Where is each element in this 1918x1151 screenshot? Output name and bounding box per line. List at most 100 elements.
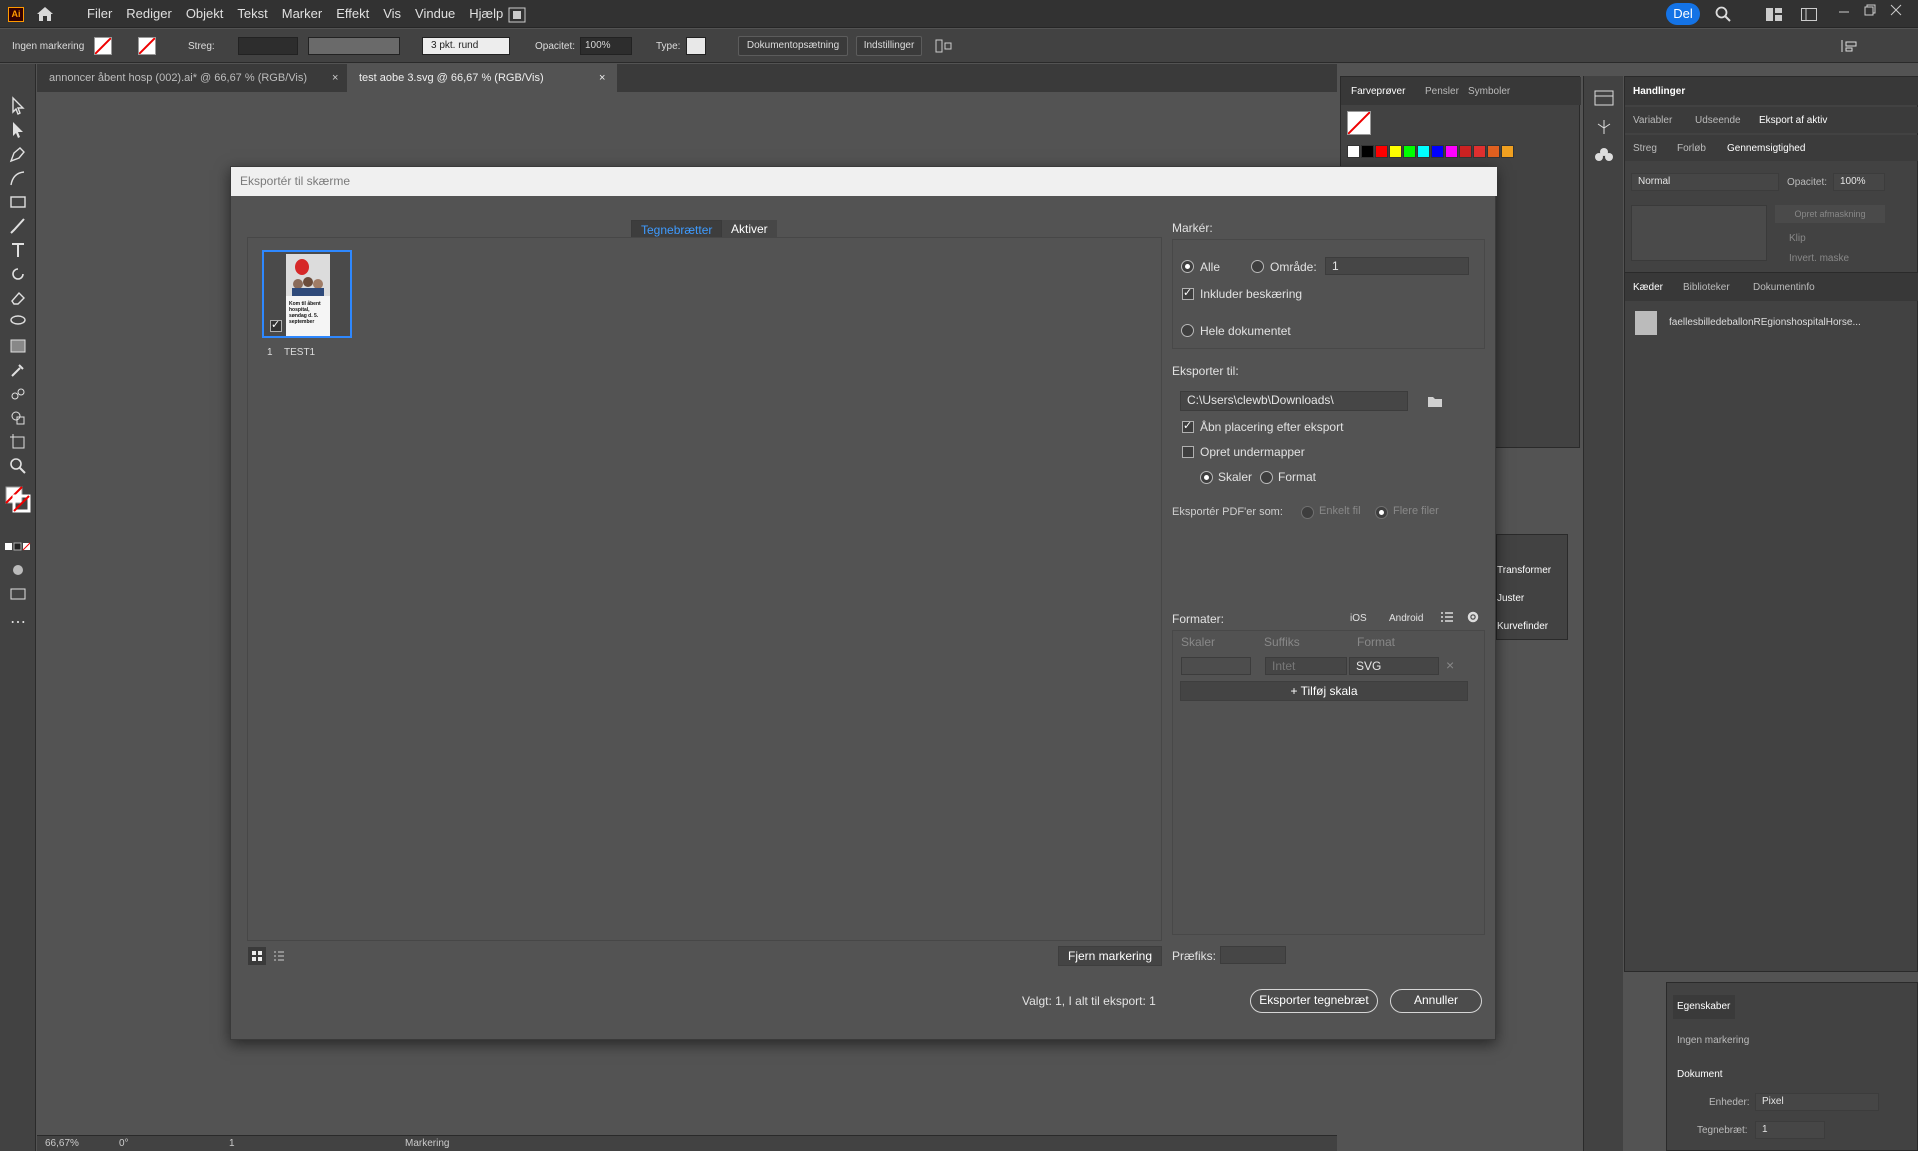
export-path-input[interactable]: C:\Users\clewb\Downloads\ bbox=[1180, 391, 1408, 411]
cancel-button[interactable]: Annuller bbox=[1390, 989, 1482, 1013]
folder-icon[interactable] bbox=[1427, 394, 1443, 408]
artboard-navigator[interactable]: 1 bbox=[229, 1138, 235, 1149]
opacity-field[interactable]: 100% bbox=[580, 37, 632, 55]
paintbrush-tool-icon[interactable] bbox=[8, 216, 28, 236]
rotate-tool-icon[interactable] bbox=[8, 264, 28, 284]
tab-transparency[interactable]: Gennemsigtighed bbox=[1727, 143, 1805, 154]
tab-align[interactable]: Juster bbox=[1497, 593, 1524, 604]
range-input[interactable]: 1 bbox=[1325, 257, 1469, 275]
artboard-name[interactable]: TEST1 bbox=[284, 347, 315, 358]
close-tab-icon[interactable]: × bbox=[599, 64, 605, 92]
export-artboard-button[interactable]: Eksporter tegnebræt bbox=[1250, 989, 1378, 1013]
menu-edit[interactable]: Rediger bbox=[119, 6, 179, 22]
tab-variables[interactable]: Variabler bbox=[1633, 115, 1672, 126]
menu-object[interactable]: Objekt bbox=[179, 6, 231, 22]
tab-gradient[interactable]: Forløb bbox=[1677, 143, 1706, 154]
blend-tool-icon[interactable] bbox=[8, 384, 28, 404]
blend-mode-select[interactable]: Normal bbox=[1631, 173, 1779, 191]
color-swatch[interactable] bbox=[1347, 145, 1360, 158]
artboard-tool-icon[interactable] bbox=[8, 432, 28, 452]
ios-preset[interactable]: iOS bbox=[1350, 613, 1367, 624]
color-swatch[interactable] bbox=[1431, 145, 1444, 158]
color-swatch[interactable] bbox=[1445, 145, 1458, 158]
range-radio[interactable] bbox=[1251, 260, 1264, 273]
doc-tab[interactable]: annoncer åbent hosp (002).ai* @ 66,67 % … bbox=[37, 64, 347, 92]
zoom-tool-icon[interactable] bbox=[8, 456, 28, 476]
fill-swatch[interactable] bbox=[94, 37, 112, 55]
android-preset[interactable]: Android bbox=[1389, 613, 1423, 624]
prefix-input[interactable] bbox=[1220, 946, 1286, 964]
color-mode-icon[interactable] bbox=[5, 542, 31, 552]
create-subfolders-checkbox[interactable] bbox=[1182, 446, 1194, 458]
include-bleed-checkbox[interactable] bbox=[1182, 286, 1194, 300]
invert-mask-label[interactable]: Invert. maske bbox=[1789, 253, 1849, 264]
fill-stroke-icon[interactable] bbox=[5, 486, 31, 514]
style-swatch[interactable] bbox=[686, 37, 706, 55]
preferences-button[interactable]: Indstillinger bbox=[856, 36, 922, 56]
gradient-tool-icon[interactable] bbox=[8, 336, 28, 356]
tab-artboards[interactable]: Tegnebrætter bbox=[631, 220, 723, 238]
direct-selection-tool-icon[interactable] bbox=[8, 120, 28, 140]
stroke-swatch[interactable] bbox=[138, 37, 156, 55]
menu-view[interactable]: Vis bbox=[376, 6, 408, 22]
artboard-checkbox[interactable] bbox=[270, 318, 282, 332]
lasso-tool-icon[interactable] bbox=[8, 312, 28, 332]
make-mask-button[interactable]: Opret afmaskning bbox=[1775, 205, 1885, 223]
color-swatch[interactable] bbox=[1375, 145, 1388, 158]
shape-builder-tool-icon[interactable] bbox=[8, 408, 28, 428]
search-icon[interactable] bbox=[1715, 6, 1731, 22]
selection-tool-icon[interactable] bbox=[8, 96, 28, 116]
tab-assets[interactable]: Aktiver bbox=[722, 220, 777, 238]
opacity-input[interactable]: 100% bbox=[1833, 173, 1885, 191]
menu-type[interactable]: Tekst bbox=[230, 6, 274, 22]
workspace-icon[interactable] bbox=[1766, 8, 1782, 21]
list-icon[interactable] bbox=[1440, 610, 1454, 624]
tab-swatches[interactable]: Farveprøver bbox=[1351, 86, 1405, 97]
menu-window[interactable]: Vindue bbox=[408, 6, 462, 22]
artboard-thumbnail[interactable]: Kom til åbent hospital, søndag d. 5. sep… bbox=[262, 250, 352, 338]
suffix-input[interactable]: Intet bbox=[1265, 657, 1347, 675]
color-swatch[interactable] bbox=[1459, 145, 1472, 158]
home-icon[interactable] bbox=[36, 6, 54, 22]
tab-libraries[interactable]: Biblioteker bbox=[1683, 282, 1730, 293]
color-swatch[interactable] bbox=[1417, 145, 1430, 158]
actions-title[interactable]: Handlinger bbox=[1633, 86, 1685, 97]
link-filename[interactable]: faellesbilledeballonREgionshospitalHorse… bbox=[1669, 317, 1861, 328]
color-swatch[interactable] bbox=[1501, 145, 1514, 158]
tab-document-info[interactable]: Dokumentinfo bbox=[1753, 282, 1815, 293]
color-swatch[interactable] bbox=[1389, 145, 1402, 158]
clip-checkbox-label[interactable]: Klip bbox=[1789, 233, 1806, 244]
scale-select[interactable] bbox=[1181, 657, 1251, 675]
menu-help[interactable]: Hjælp bbox=[462, 6, 510, 22]
arrange-icon[interactable] bbox=[1840, 38, 1860, 54]
color-swatch[interactable] bbox=[1473, 145, 1486, 158]
menu-file[interactable]: Filer bbox=[80, 6, 119, 22]
multiple-files-radio[interactable] bbox=[1375, 506, 1388, 519]
subfolder-scale-radio[interactable] bbox=[1200, 471, 1213, 484]
subfolder-format-radio[interactable] bbox=[1260, 471, 1273, 484]
curvature-tool-icon[interactable] bbox=[8, 168, 28, 188]
tab-properties[interactable]: Egenskaber bbox=[1677, 1001, 1730, 1012]
units-select[interactable]: Pixel bbox=[1755, 1093, 1879, 1111]
arrange-documents-icon[interactable] bbox=[508, 7, 526, 23]
brush-definition[interactable]: 3 pkt. rund bbox=[422, 37, 510, 55]
eyedropper-tool-icon[interactable] bbox=[8, 360, 28, 380]
tab-transform[interactable]: Transformer bbox=[1497, 565, 1551, 576]
share-button[interactable]: Del bbox=[1666, 3, 1700, 25]
format-select[interactable]: SVG bbox=[1349, 657, 1439, 675]
tab-pathfinder[interactable]: Kurvefinder bbox=[1497, 621, 1548, 632]
remove-scale-icon[interactable]: × bbox=[1446, 657, 1454, 673]
doc-tab-active[interactable]: test aobe 3.svg @ 66,67 % (RGB/Vis) × bbox=[347, 64, 617, 92]
puppet-warp-icon[interactable] bbox=[1594, 118, 1614, 136]
draw-mode-icon[interactable] bbox=[8, 560, 28, 580]
artboard-select[interactable]: 1 bbox=[1755, 1121, 1825, 1139]
tab-stroke[interactable]: Streg bbox=[1633, 143, 1657, 154]
tab-asset-export[interactable]: Eksport af aktiv bbox=[1759, 115, 1827, 126]
full-document-radio[interactable] bbox=[1181, 324, 1194, 337]
zoom-level[interactable]: 66,67% bbox=[45, 1138, 79, 1149]
tab-symbols[interactable]: Symboler bbox=[1468, 86, 1510, 97]
export-panel-icon[interactable] bbox=[1594, 90, 1614, 106]
screen-mode-icon[interactable] bbox=[8, 584, 28, 604]
stroke-weight-field[interactable] bbox=[238, 37, 298, 55]
variable-width-profile[interactable] bbox=[308, 37, 400, 55]
